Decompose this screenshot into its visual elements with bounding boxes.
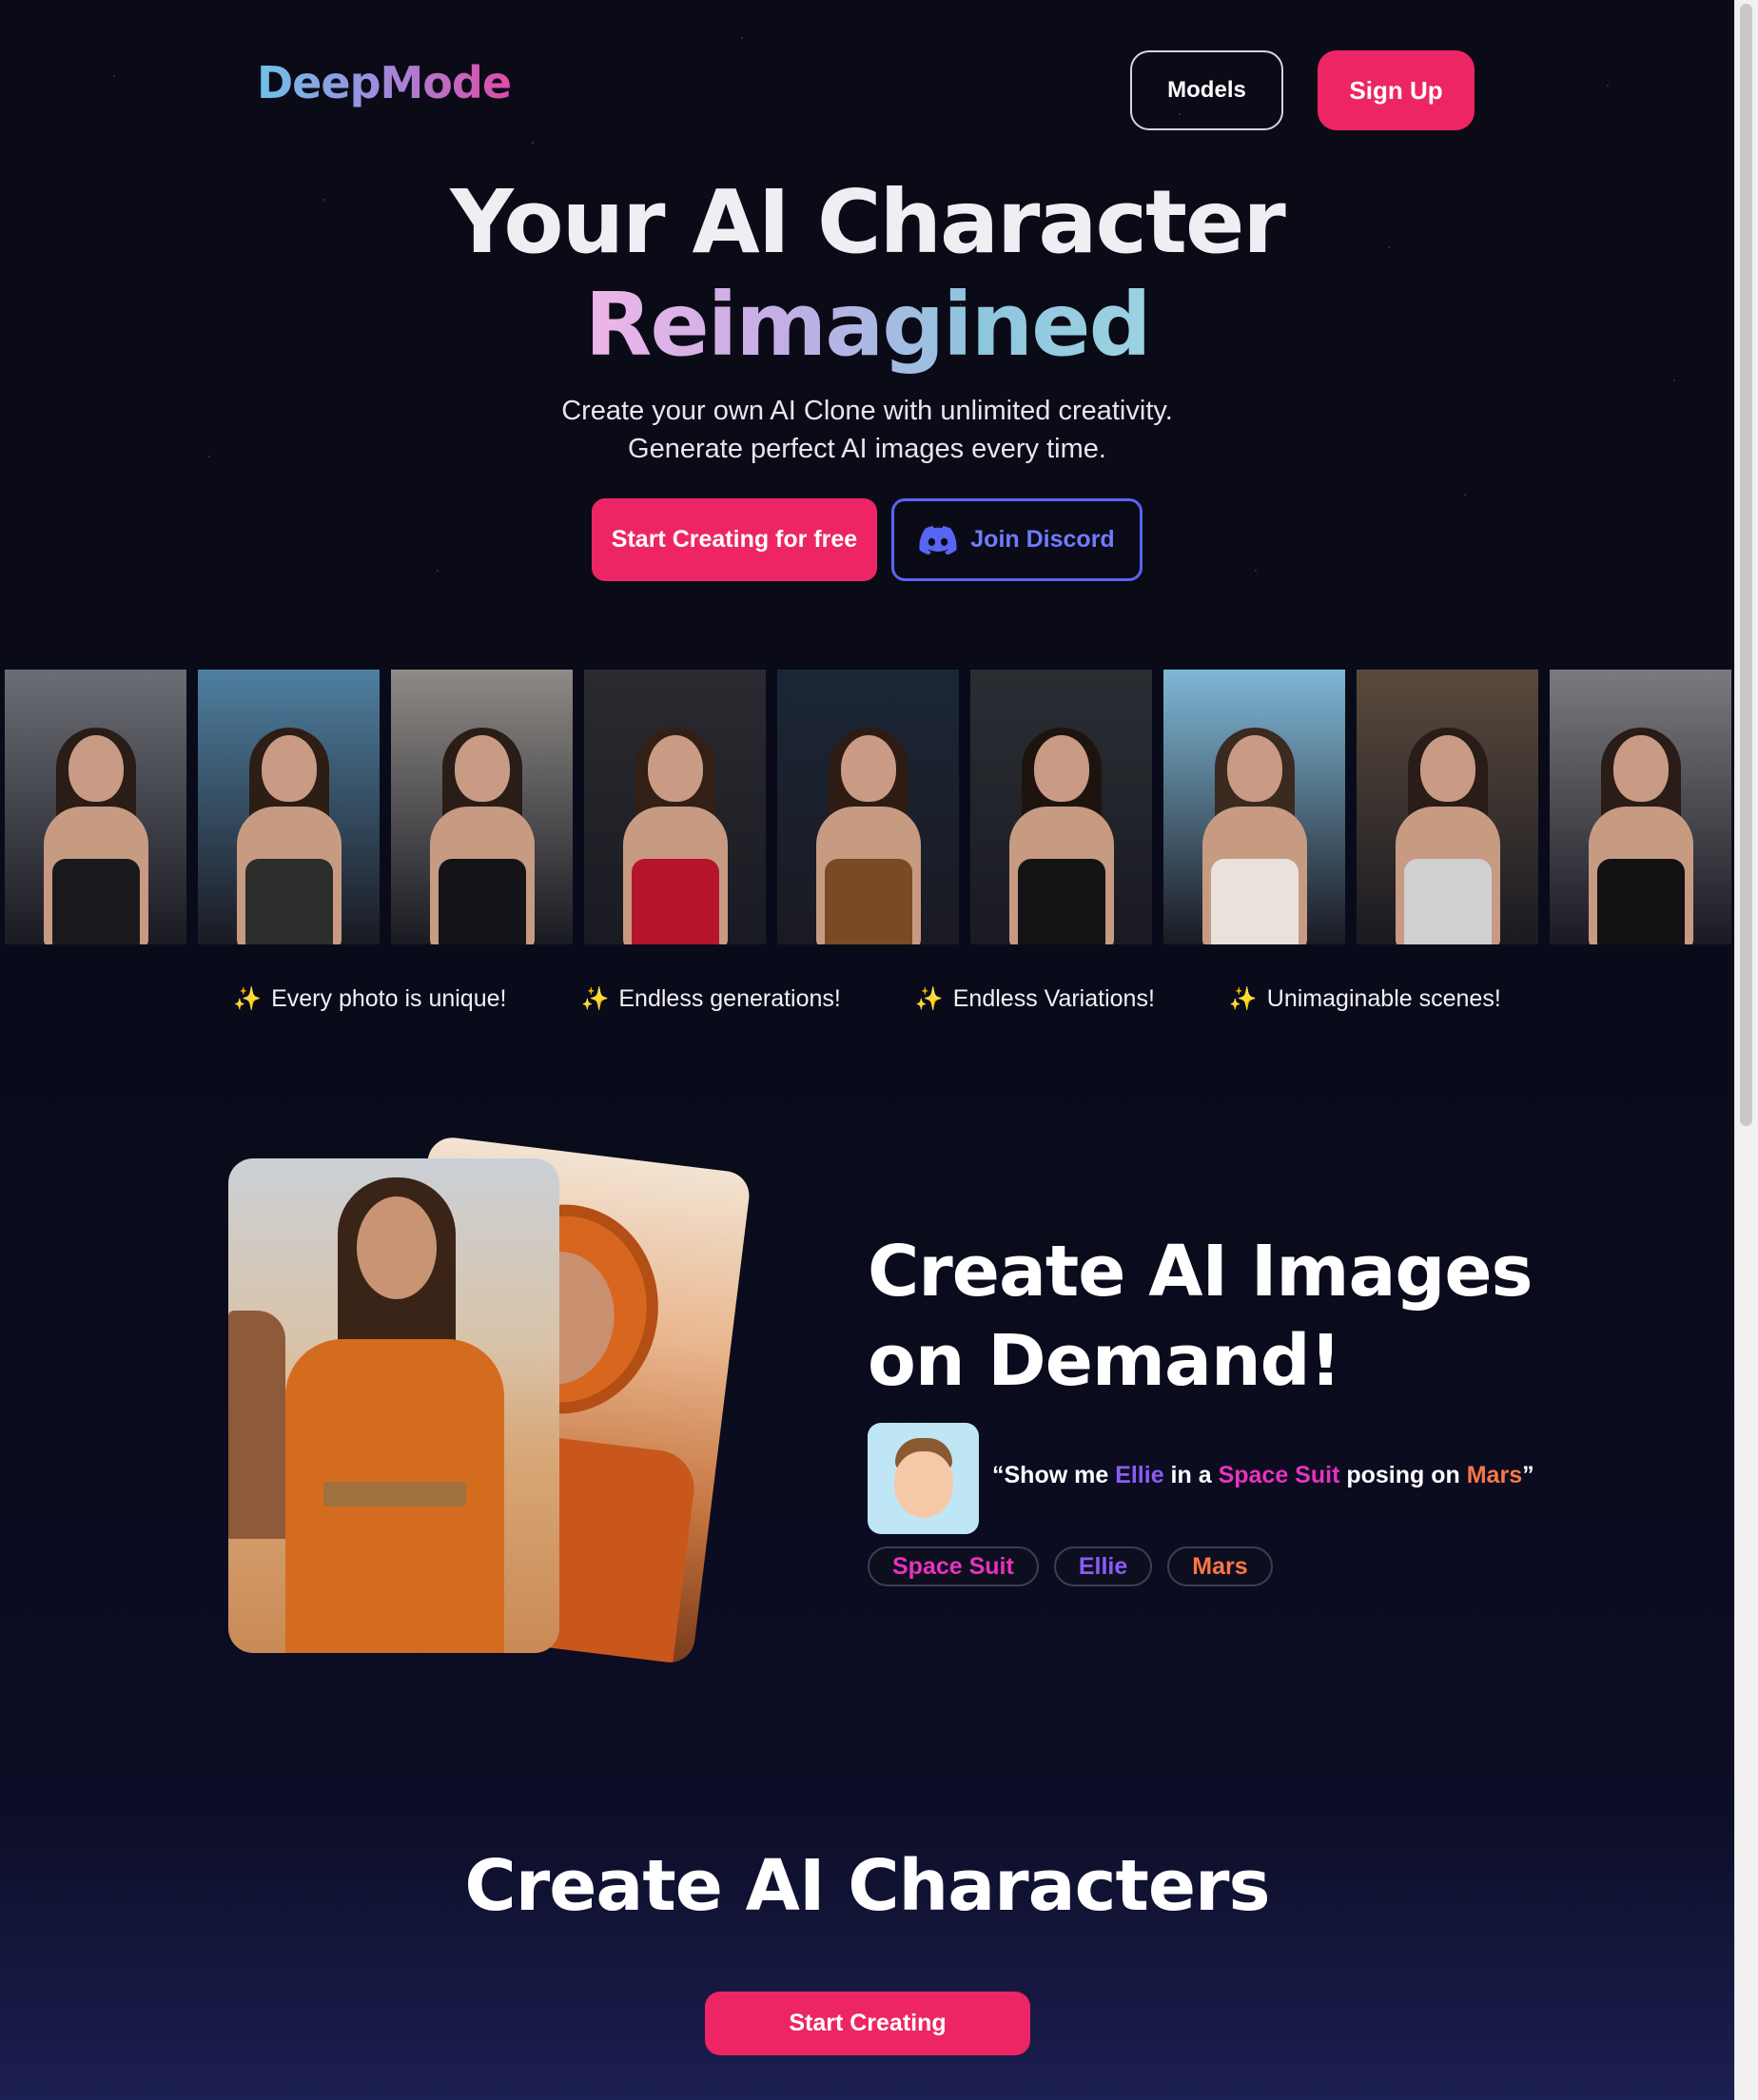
hero-subtitle: Create your own AI Clone with unlimited … <box>0 392 1734 468</box>
gallery-image <box>5 670 186 944</box>
sparkles-icon: ✨ <box>1228 986 1258 1012</box>
discord-icon <box>919 525 957 554</box>
hero-title-line1: Your AI Character <box>450 171 1286 273</box>
logo[interactable]: DeepMode <box>257 57 512 108</box>
feature-label: Endless Variations! <box>952 985 1155 1012</box>
feature-label: Unimaginable scenes! <box>1266 985 1501 1012</box>
feature-list: ✨ Every photo is unique! ✨ Endless generati… <box>0 985 1734 1013</box>
prompt-tag[interactable]: Space Suit <box>868 1546 1039 1586</box>
prompt-tag[interactable]: Ellie <box>1053 1546 1153 1586</box>
hero-title: Your AI Character Reimagined <box>0 171 1734 377</box>
feature-item: ✨ Every photo is unique! <box>233 985 506 1013</box>
feature-label: Every photo is unique! <box>271 985 507 1012</box>
models-button[interactable]: Models <box>1130 50 1283 130</box>
gallery-image <box>1357 670 1538 944</box>
gallery-image <box>970 670 1152 944</box>
user-avatar <box>868 1423 979 1534</box>
feature-label: Endless generations! <box>618 985 841 1012</box>
join-discord-label: Join Discord <box>970 526 1115 553</box>
start-creating-free-button[interactable]: Start Creating for free <box>592 498 877 581</box>
prompt-name: Ellie <box>1115 1462 1164 1488</box>
sparkles-icon: ✨ <box>233 986 263 1012</box>
demand-title: Create AI Images on Demand! <box>868 1231 1533 1402</box>
feature-item: ✨ Endless Variations! <box>915 985 1155 1013</box>
hero-subtitle-line2: Generate perfect AI images every time. <box>628 434 1106 464</box>
join-discord-button[interactable]: Join Discord <box>891 498 1143 581</box>
hero-title-accent: Reimagined <box>584 274 1152 376</box>
landing-page: DeepMode Models Sign Up Your AI Characte… <box>0 0 1734 2100</box>
prompt-text: “Show me Ellie in a Space Suit posing on… <box>992 1462 1534 1488</box>
characters-title: Create AI Characters <box>464 1845 1270 1927</box>
image-gallery <box>5 670 1731 944</box>
hero-subtitle-line1: Create your own AI Clone with unlimited … <box>561 396 1173 426</box>
prompt-place: Mars <box>1466 1462 1523 1488</box>
scrollbar-thumb[interactable] <box>1740 4 1752 1126</box>
prompt-tags: Space Suit Ellie Mars <box>868 1546 1273 1586</box>
sparkles-icon: ✨ <box>580 986 610 1012</box>
sign-up-button[interactable]: Sign Up <box>1318 50 1475 130</box>
sparkles-icon: ✨ <box>914 986 944 1012</box>
feature-item: ✨ Unimaginable scenes! <box>1229 985 1501 1013</box>
gallery-image <box>391 670 573 944</box>
start-creating-button[interactable]: Start Creating <box>705 1992 1030 2055</box>
gallery-image <box>777 670 959 944</box>
gallery-image <box>1163 670 1345 944</box>
feature-item: ✨ Endless generations! <box>580 985 840 1013</box>
prompt-tag[interactable]: Mars <box>1167 1546 1273 1586</box>
gallery-image <box>584 670 766 944</box>
gallery-image <box>1550 670 1731 944</box>
prompt-item: Space Suit <box>1218 1462 1340 1488</box>
astronaut-mars-image <box>228 1158 559 1653</box>
gallery-image <box>198 670 380 944</box>
